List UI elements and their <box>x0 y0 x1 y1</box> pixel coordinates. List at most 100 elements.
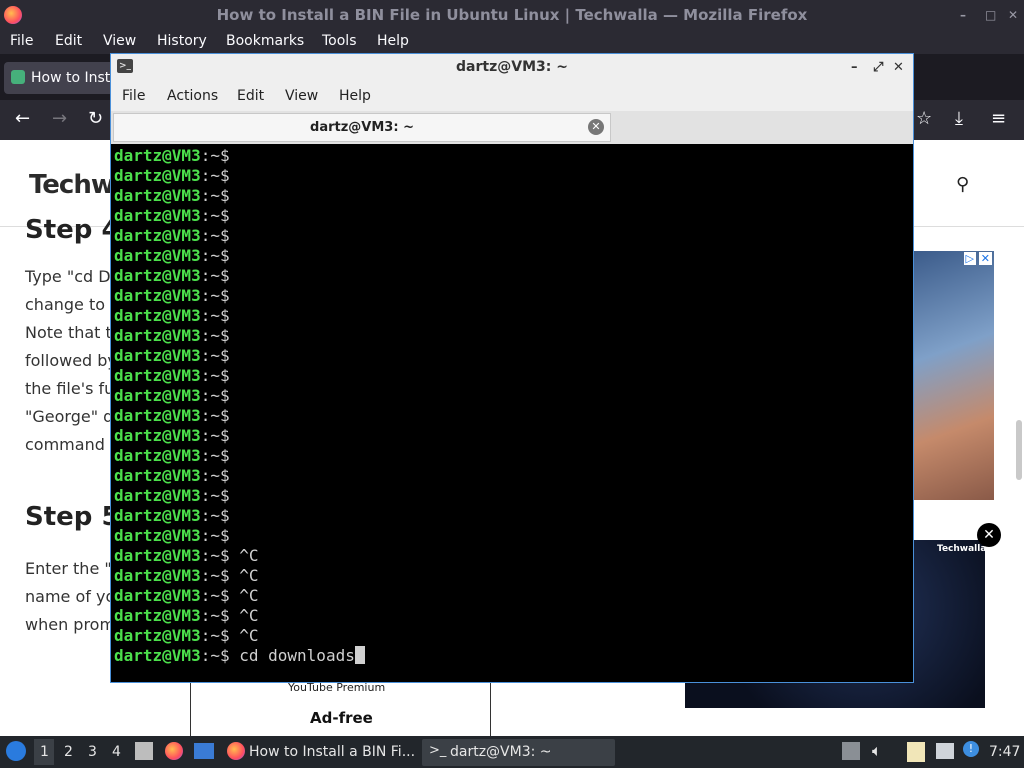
terminal-close-icon[interactable]: ✕ <box>893 54 904 81</box>
prompt-symbol: $ <box>219 286 230 305</box>
terminal-minimize-icon[interactable]: – <box>851 54 858 81</box>
prompt-symbol: $ <box>219 586 230 605</box>
terminal-line: dartz@VM3:~$ cd downloads <box>114 646 365 666</box>
techwalla-favicon-icon <box>11 70 25 84</box>
terminal-menu-file[interactable]: File <box>122 88 145 104</box>
terminal-menu-edit[interactable]: Edit <box>237 88 264 104</box>
prompt-symbol: $ <box>219 246 230 265</box>
terminal-menu-help[interactable]: Help <box>339 88 371 104</box>
maximize-button[interactable]: □ <box>985 0 996 30</box>
bookmark-star-icon[interactable]: ☆ <box>916 108 932 129</box>
prompt-user: dartz@VM3 <box>114 606 201 625</box>
prompt-user: dartz@VM3 <box>114 586 201 605</box>
terminal-line: dartz@VM3:~$ <box>114 326 230 346</box>
prompt-symbol: $ <box>219 406 230 425</box>
prompt-symbol: $ <box>219 506 230 525</box>
terminal-task-button[interactable]: >_ dartz@VM3: ~ <box>422 739 615 766</box>
menu-help[interactable]: Help <box>377 33 409 49</box>
prompt-symbol: $ <box>219 426 230 445</box>
workspace-4[interactable]: 4 <box>112 744 121 760</box>
ad-banner-phone[interactable]: ▷ ✕ <box>912 251 994 500</box>
search-icon[interactable]: ⚲ <box>956 174 969 195</box>
firefox-menubar: File Edit View History Bookmarks Tools H… <box>0 30 1024 54</box>
prompt-symbol: $ <box>219 186 230 205</box>
desktop-icon[interactable] <box>194 743 214 759</box>
prompt-dir: :~ <box>200 486 220 505</box>
terminal-menu-actions[interactable]: Actions <box>167 88 218 104</box>
prompt-dir: :~ <box>200 386 220 405</box>
command-text: ^C <box>229 626 259 645</box>
prompt-dir: :~ <box>200 526 220 545</box>
prompt-symbol: $ <box>219 486 230 505</box>
terminal-line: dartz@VM3:~$ <box>114 446 230 466</box>
downloads-icon[interactable]: ⤓ <box>955 108 963 129</box>
forward-icon[interactable]: → <box>52 108 67 129</box>
hamburger-menu-icon[interactable]: ≡ <box>991 108 1006 129</box>
menu-edit[interactable]: Edit <box>55 33 82 49</box>
prompt-user: dartz@VM3 <box>114 506 201 525</box>
prompt-dir: :~ <box>200 626 220 645</box>
firefox-task-label[interactable]: How to Install a BIN Fi... <box>249 744 415 760</box>
menu-view[interactable]: View <box>103 33 136 49</box>
clock[interactable]: 7:47 <box>989 744 1020 760</box>
prompt-dir: :~ <box>200 546 220 565</box>
workspace-2[interactable]: 2 <box>64 744 73 760</box>
tray-indicator-icon[interactable] <box>842 742 860 760</box>
menu-file[interactable]: File <box>10 33 33 49</box>
command-text: cd downloads <box>229 646 355 665</box>
terminal-tab[interactable]: dartz@VM3: ~ <box>113 113 611 142</box>
terminal-line: dartz@VM3:~$ <box>114 386 230 406</box>
start-menu-icon[interactable] <box>6 741 26 761</box>
prompt-dir: :~ <box>200 506 220 525</box>
file-manager-icon[interactable] <box>135 742 153 760</box>
prompt-user: dartz@VM3 <box>114 266 201 285</box>
ad-close-button[interactable]: ✕ <box>977 523 1001 547</box>
prompt-symbol: $ <box>219 546 230 565</box>
prompt-symbol: $ <box>219 526 230 545</box>
adchoices-icon[interactable]: ▷ <box>963 252 976 265</box>
prompt-user: dartz@VM3 <box>114 546 201 565</box>
prompt-dir: :~ <box>200 586 220 605</box>
tab-close-icon[interactable]: ✕ <box>588 119 604 135</box>
firefox-launcher-icon[interactable] <box>165 742 183 760</box>
prompt-user: dartz@VM3 <box>114 206 201 225</box>
prompt-user: dartz@VM3 <box>114 646 201 665</box>
menu-tools[interactable]: Tools <box>322 33 357 49</box>
prompt-symbol: $ <box>219 466 230 485</box>
terminal-line: dartz@VM3:~$ <box>114 146 230 166</box>
terminal-line: dartz@VM3:~$ <box>114 526 230 546</box>
prompt-user: dartz@VM3 <box>114 306 201 325</box>
minimize-button[interactable]: – <box>960 0 966 30</box>
updates-icon[interactable]: ! <box>963 741 979 757</box>
terminal-menu-view[interactable]: View <box>285 88 318 104</box>
prompt-dir: :~ <box>200 186 220 205</box>
prompt-dir: :~ <box>200 266 220 285</box>
menu-bookmarks[interactable]: Bookmarks <box>226 33 304 49</box>
prompt-user: dartz@VM3 <box>114 346 201 365</box>
back-icon[interactable]: ← <box>15 108 30 129</box>
terminal-line: dartz@VM3:~$ <box>114 486 230 506</box>
prompt-symbol: $ <box>219 346 230 365</box>
close-button[interactable]: ✕ <box>1008 0 1018 30</box>
reload-icon[interactable]: ↻ <box>88 108 103 129</box>
terminal-titlebar: >_ dartz@VM3: ~ – ⤢ ✕ <box>111 54 913 81</box>
terminal-line: dartz@VM3:~$ <box>114 286 230 306</box>
browser-tab[interactable]: How to Insta <box>4 62 124 94</box>
prompt-dir: :~ <box>200 366 220 385</box>
paragraph-line: "George" di <box>25 407 118 426</box>
terminal-maximize-icon[interactable]: ⤢ <box>873 54 883 81</box>
volume-icon[interactable]: 🔈︎ <box>872 741 882 761</box>
page-scrollbar[interactable] <box>1016 420 1022 480</box>
prompt-symbol: $ <box>219 266 230 285</box>
ad-dismiss-icon[interactable]: ✕ <box>978 252 992 265</box>
command-text: ^C <box>229 606 259 625</box>
prompt-user: dartz@VM3 <box>114 526 201 545</box>
prompt-symbol: $ <box>219 646 230 665</box>
clipboard-icon[interactable] <box>907 742 925 762</box>
workspace-1[interactable]: 1 <box>40 744 49 760</box>
terminal-app-icon: >_ <box>117 59 133 73</box>
menu-history[interactable]: History <box>157 33 207 49</box>
network-icon[interactable] <box>936 743 954 759</box>
workspace-3[interactable]: 3 <box>88 744 97 760</box>
prompt-dir: :~ <box>200 346 220 365</box>
